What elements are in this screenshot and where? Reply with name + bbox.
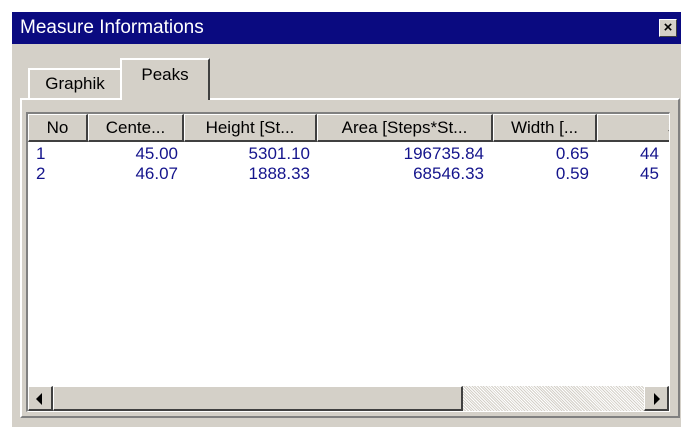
cell-width: 0.65 [555,144,589,163]
close-button[interactable]: × [659,19,677,37]
arrow-right-icon [654,393,660,405]
cell-area: 196735.84 [403,144,484,163]
measure-informations-window: Measure Informations × Graphik Peaks No … [10,10,681,427]
cell-area: 68546.33 [413,164,484,183]
cell-width: 0.59 [555,164,589,183]
table-row[interactable]: 2 46.07 1888.33 68546.33 0.59 45 [28,164,669,184]
peaks-list[interactable]: No Cente... Height [St... Area [Steps*St… [26,112,670,412]
table-row[interactable]: 1 45.00 5301.10 196735.84 0.65 44 [28,144,669,164]
cell-height: 1888.33 [248,164,310,183]
scrollbar-thumb[interactable] [53,386,463,411]
tab-peaks[interactable]: Peaks [120,58,210,100]
column-header-width[interactable]: Width [... [493,114,597,142]
column-header-center[interactable]: Cente... [88,114,184,142]
horizontal-scrollbar[interactable] [28,386,669,411]
cell-s: 45 [640,164,659,183]
scroll-right-button[interactable] [644,386,669,411]
cell-no: 1 [36,144,46,163]
cell-s: 44 [640,144,659,163]
title-bar[interactable]: Measure Informations × [12,12,681,44]
column-header-height[interactable]: Height [St... [184,114,317,142]
cell-center: 46.07 [135,164,178,183]
arrow-left-icon [36,393,42,405]
column-header-no[interactable]: No [28,114,88,142]
scroll-left-button[interactable] [28,386,53,411]
window-title: Measure Informations [20,17,204,38]
cell-center: 45.00 [135,144,178,163]
column-header-s[interactable]: S [597,114,669,142]
column-header-row: No Cente... Height [St... Area [Steps*St… [28,114,669,142]
cell-no: 2 [36,164,46,183]
tab-graphik[interactable]: Graphik [28,68,120,98]
column-header-area[interactable]: Area [Steps*St... [317,114,493,142]
cell-height: 5301.10 [248,144,310,163]
